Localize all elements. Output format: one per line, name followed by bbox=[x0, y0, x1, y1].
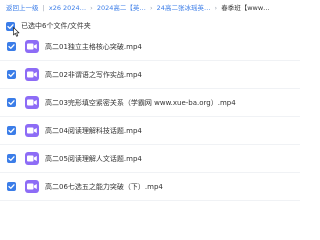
breadcrumb-separator: › bbox=[214, 4, 218, 12]
check-icon bbox=[8, 44, 15, 49]
file-row[interactable]: 高二03完形填空紧密关系（学霸网 www.xue-ba.org）.mp4 bbox=[0, 89, 300, 117]
file-checkbox[interactable] bbox=[7, 42, 16, 51]
video-file-icon bbox=[25, 124, 39, 137]
file-name[interactable]: 高二02非谓语之写作实战.mp4 bbox=[45, 70, 142, 80]
breadcrumb-back-link[interactable]: 返回上一级 bbox=[6, 4, 39, 12]
video-file-icon bbox=[25, 96, 39, 109]
check-icon bbox=[8, 128, 15, 133]
breadcrumb: 返回上一级 | x26 2024… › 2024高二【英… › 24高二张冰瑶英… bbox=[6, 3, 298, 13]
check-icon bbox=[8, 156, 15, 161]
file-row[interactable]: 高二06七选五之能力突破（下）.mp4 bbox=[0, 173, 300, 201]
file-checkbox[interactable] bbox=[7, 126, 16, 135]
check-icon bbox=[8, 184, 15, 189]
file-name[interactable]: 高二03完形填空紧密关系（学霸网 www.xue-ba.org）.mp4 bbox=[45, 98, 236, 108]
breadcrumb-separator: | bbox=[42, 4, 45, 12]
file-row[interactable]: 高二02非谓语之写作实战.mp4 bbox=[0, 61, 300, 89]
check-icon bbox=[8, 100, 15, 105]
video-file-icon bbox=[25, 180, 39, 193]
file-checkbox[interactable] bbox=[7, 154, 16, 163]
breadcrumb-item-folder-3[interactable]: 24高二张冰瑶英… bbox=[157, 4, 211, 12]
breadcrumb-separator: › bbox=[149, 4, 153, 12]
video-file-icon bbox=[25, 68, 39, 81]
file-row[interactable]: 高二05阅读理解人文话题.mp4 bbox=[0, 145, 300, 173]
file-name[interactable]: 高二05阅读理解人文话题.mp4 bbox=[45, 154, 142, 164]
file-name[interactable]: 高二04阅读理解科技话题.mp4 bbox=[45, 126, 142, 136]
video-file-icon bbox=[25, 152, 39, 165]
check-icon bbox=[8, 72, 15, 77]
selection-count-label: 已选中6个文件/文件夹 bbox=[21, 22, 91, 30]
breadcrumb-separator: › bbox=[90, 4, 93, 12]
file-checkbox[interactable] bbox=[7, 70, 16, 79]
breadcrumb-item-folder-2[interactable]: 2024高二【英… bbox=[97, 4, 146, 12]
file-list: 高二01独立主格核心突破.mp4 高二02非谓语之写作实战.mp4 高二03完形填空… bbox=[0, 33, 300, 201]
file-row[interactable]: 高二04阅读理解科技话题.mp4 bbox=[0, 117, 300, 145]
file-checkbox[interactable] bbox=[7, 98, 16, 107]
breadcrumb-item-current: 春季班【www… bbox=[221, 4, 270, 12]
breadcrumb-item-folder-1[interactable]: x26 2024… bbox=[49, 4, 86, 12]
file-name[interactable]: 高二01独立主格核心突破.mp4 bbox=[45, 42, 142, 52]
video-file-icon bbox=[25, 40, 39, 53]
file-checkbox[interactable] bbox=[7, 182, 16, 191]
file-name[interactable]: 高二06七选五之能力突破（下）.mp4 bbox=[45, 182, 163, 192]
file-row[interactable]: 高二01独立主格核心突破.mp4 bbox=[0, 33, 300, 61]
